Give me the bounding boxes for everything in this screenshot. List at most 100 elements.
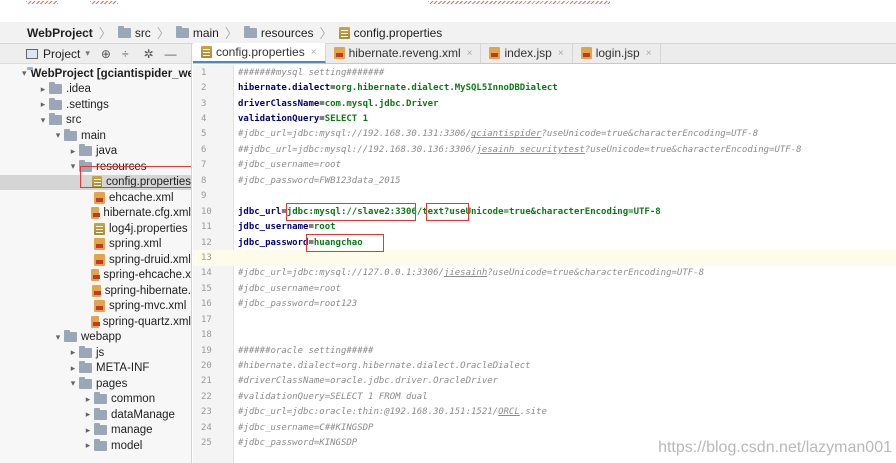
editor-tab[interactable]: login.jsp × bbox=[573, 43, 661, 63]
chevron-down-icon[interactable]: ▾ bbox=[52, 332, 64, 343]
tree-item[interactable]: ▸ .idea bbox=[0, 82, 191, 98]
chevron-down-icon[interactable]: ▾ bbox=[37, 115, 49, 126]
chevron-right-icon[interactable]: ▸ bbox=[82, 440, 94, 451]
code-token: hibernate.dialect bbox=[238, 83, 331, 94]
code-token: jdbc_url bbox=[238, 206, 282, 217]
tree-item[interactable]: spring-ehcache.x bbox=[0, 268, 191, 284]
tree-item[interactable]: ▸ common bbox=[0, 392, 191, 408]
chevron-down-icon[interactable]: ▾ bbox=[85, 48, 90, 59]
tree-item[interactable]: ▾ pages bbox=[0, 376, 191, 392]
tree-item-label: spring-ehcache.x bbox=[103, 269, 191, 282]
tree-item[interactable]: ▾ webapp bbox=[0, 330, 191, 346]
tree-item[interactable]: ▸ model bbox=[0, 438, 191, 454]
editor-tab[interactable]: hibernate.reveng.xml × bbox=[326, 43, 482, 63]
chevron-down-icon[interactable]: ▾ bbox=[67, 378, 79, 389]
breadcrumb-item[interactable]: main bbox=[175, 25, 219, 40]
chevron-right-icon: 〉 bbox=[319, 26, 333, 41]
chevron-right-icon[interactable]: ▸ bbox=[82, 409, 94, 420]
code-token: ?useUnicode=true&characterEncoding=UTF-8 bbox=[584, 144, 802, 155]
breadcrumb-item[interactable]: src bbox=[117, 25, 151, 40]
code-line: 4 validationQuery=SELECT 1 bbox=[193, 111, 896, 126]
code-token: ##jdbc_url=jdbc:mysql://192.168.30.136:3… bbox=[238, 144, 477, 155]
tree-item[interactable]: ▸ js bbox=[0, 345, 191, 361]
folder-icon bbox=[49, 113, 62, 126]
editor-tab[interactable]: config.properties × bbox=[193, 43, 326, 63]
code-text: #jdbc_url=jdbc:mysql://192.168.30.131:33… bbox=[238, 129, 758, 139]
xml-file-icon bbox=[90, 315, 100, 328]
tree-item[interactable]: spring.xml bbox=[0, 237, 191, 253]
code-token: #jdbc_password=root123 bbox=[238, 299, 358, 310]
chevron-down-icon[interactable]: ▾ bbox=[67, 161, 79, 172]
breadcrumb-label: config.properties bbox=[353, 25, 443, 40]
tree-item[interactable]: ▾ main bbox=[0, 128, 191, 144]
gear-icon[interactable]: ✲ bbox=[144, 47, 154, 61]
tree-item[interactable]: log4j.properties bbox=[0, 221, 191, 237]
tree-item[interactable]: ▾ src bbox=[0, 113, 191, 129]
close-icon[interactable]: × bbox=[467, 48, 473, 59]
chevron-right-icon: 〉 bbox=[156, 26, 170, 41]
code-token: huangchao bbox=[313, 237, 363, 248]
code-text: ##jdbc_url=jdbc:mysql://192.168.30.136:3… bbox=[238, 145, 802, 155]
chevron-down-icon[interactable]: ▾ bbox=[52, 130, 64, 141]
chevron-right-icon[interactable]: ▸ bbox=[82, 394, 94, 405]
breadcrumb-item[interactable]: config.properties bbox=[338, 25, 443, 40]
chevron-right-icon[interactable]: ▸ bbox=[82, 425, 94, 436]
tree-item[interactable]: spring-quartz.xml bbox=[0, 314, 191, 330]
tree-item-label: java bbox=[96, 145, 118, 158]
xml-file-icon bbox=[91, 269, 101, 282]
xml-file-icon bbox=[94, 300, 105, 313]
breadcrumb-item[interactable]: resources bbox=[243, 25, 314, 40]
hide-panel-icon[interactable]: — bbox=[165, 47, 177, 61]
code-line: 16 #jdbc_password=root123 bbox=[193, 297, 896, 312]
tree-item[interactable]: hibernate.cfg.xml bbox=[0, 206, 191, 222]
tree-item[interactable]: ▾ resources bbox=[0, 159, 191, 175]
tree-item[interactable]: ▾ WebProject [gciantispider_web bbox=[0, 66, 191, 82]
chevron-right-icon[interactable]: ▸ bbox=[67, 347, 79, 358]
code-line: 3 driverClassName=com.mysql.jdbc.Driver bbox=[193, 96, 896, 111]
code-token: root bbox=[313, 222, 336, 233]
tree-item[interactable]: ehcache.xml bbox=[0, 190, 191, 206]
line-number: 9 bbox=[201, 191, 207, 202]
tree-item[interactable]: ▸ .settings bbox=[0, 97, 191, 113]
tree-item[interactable]: spring-druid.xml bbox=[0, 252, 191, 268]
code-line: 22 #validationQuery=SELECT 1 FROM dual bbox=[193, 389, 896, 404]
code-line: 10 jdbc_url=jdbc:mysql://slave2:3306/text… bbox=[193, 204, 896, 219]
chevron-right-icon[interactable]: ▸ bbox=[37, 84, 49, 95]
jsp-file-icon bbox=[489, 47, 501, 59]
tree-item[interactable]: ▸ manage bbox=[0, 423, 191, 439]
tree-item[interactable]: config.properties bbox=[0, 174, 191, 190]
folder-icon bbox=[117, 25, 131, 38]
line-number: 11 bbox=[201, 222, 212, 233]
tree-item-label: dataManage bbox=[111, 408, 175, 421]
breadcrumb-label: resources bbox=[260, 25, 314, 40]
properties-file-icon bbox=[92, 176, 102, 189]
breadcrumb-item[interactable]: WebProject bbox=[27, 26, 93, 40]
tree-item[interactable]: spring-hibernate. bbox=[0, 283, 191, 299]
folder-icon bbox=[64, 330, 77, 343]
editor-tab[interactable]: index.jsp × bbox=[481, 43, 573, 63]
tree-item[interactable]: ▸ META-INF bbox=[0, 361, 191, 377]
code-editor[interactable]: 1 #######mysql setting####### 2 hibernate.d… bbox=[193, 65, 896, 463]
code-token: #validationQuery=SELECT 1 FROM dual bbox=[238, 391, 428, 402]
chevron-down-icon[interactable]: ▾ bbox=[22, 68, 27, 79]
code-token: #jdbc_password=FWB123data_2015 bbox=[238, 175, 401, 186]
locate-icon[interactable]: ⊕ bbox=[101, 47, 111, 61]
line-number: 19 bbox=[201, 345, 212, 356]
close-icon[interactable]: × bbox=[558, 48, 564, 59]
close-icon[interactable]: × bbox=[311, 47, 317, 58]
folder-icon bbox=[94, 438, 107, 451]
close-icon[interactable]: × bbox=[646, 48, 652, 59]
collapse-icon[interactable]: ÷ bbox=[122, 47, 129, 61]
tree-item[interactable]: spring-mvc.xml bbox=[0, 299, 191, 315]
code-text: ######oracle setting##### bbox=[238, 346, 373, 356]
properties-file-icon bbox=[338, 26, 350, 39]
code-line: 8 #jdbc_password=FWB123data_2015 bbox=[193, 173, 896, 188]
tree-item[interactable]: ▸ java bbox=[0, 144, 191, 160]
tree-item[interactable]: ▸ dataManage bbox=[0, 407, 191, 423]
chevron-right-icon[interactable]: ▸ bbox=[67, 146, 79, 157]
tree-item-label: src bbox=[66, 114, 82, 127]
code-token: #hibernate.dialect=org.hibernate.dialect… bbox=[238, 361, 531, 372]
chevron-right-icon[interactable]: ▸ bbox=[67, 363, 79, 374]
chevron-right-icon[interactable]: ▸ bbox=[37, 99, 49, 110]
project-panel-title[interactable]: Project bbox=[43, 47, 80, 61]
